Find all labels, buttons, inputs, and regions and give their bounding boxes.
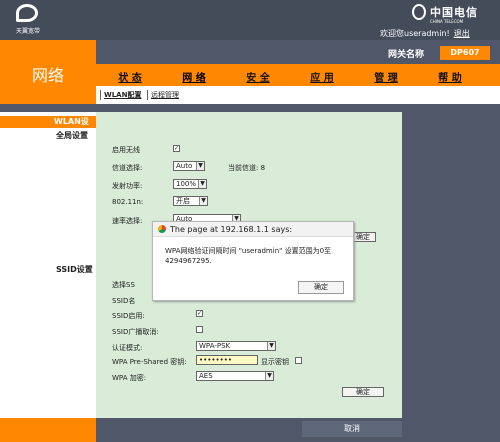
right-brand-subtext: CHINA TELECOM bbox=[430, 19, 464, 24]
right-blue-area bbox=[402, 112, 500, 418]
section-panel: 网络 bbox=[0, 40, 96, 104]
ssid-enable-label: SSID启用: bbox=[112, 312, 145, 320]
mode-label: 802.11n: bbox=[112, 198, 144, 206]
nav-network[interactable]: 网 络 bbox=[164, 69, 224, 84]
sidebar-section-ssid: SSID设置 bbox=[56, 265, 93, 274]
alert-dialog: The page at 192.168.1.1 says: WPA网络验证间隔时… bbox=[152, 221, 354, 301]
gateway-value: DP607 bbox=[440, 46, 490, 60]
dialog-title-bar: The page at 192.168.1.1 says: bbox=[153, 222, 353, 237]
sidebar-item-wlan-settings[interactable]: WLAN设置 bbox=[0, 116, 96, 138]
subnav-wlan-config[interactable]: WLAN配置 bbox=[100, 90, 141, 100]
tx-power-value: 100% bbox=[176, 180, 197, 188]
tx-power-select[interactable]: 100% ▼ bbox=[173, 179, 207, 189]
settings-sidebar: WLAN设置 全局设置 SSID设置 bbox=[0, 112, 96, 418]
channel-value: Auto bbox=[176, 162, 193, 170]
welcome-text: 欢迎您useradmin! bbox=[380, 29, 450, 38]
nav-security[interactable]: 安 全 bbox=[228, 69, 288, 84]
mode-dropdown-icon: ▼ bbox=[199, 197, 207, 205]
show-key-checkbox[interactable] bbox=[295, 357, 302, 364]
auth-mode-value: WPA-PSK bbox=[199, 342, 231, 350]
dialog-message: WPA网络验证间隔时间 "useradmin" 设置范围为0至429496729… bbox=[165, 247, 332, 265]
channel-label: 信道选择: bbox=[112, 164, 143, 172]
footer-bar: 取消 bbox=[0, 418, 500, 442]
telecom-logo-icon bbox=[412, 4, 426, 20]
left-brand-text: 天翼宽带 bbox=[15, 28, 40, 35]
china-telecom-logo: 中国电信 CHINA TELECOM bbox=[408, 4, 498, 28]
ssid-enable-checkbox[interactable]: ✓ bbox=[196, 310, 203, 317]
tianyi-logo: 天翼宽带 bbox=[8, 4, 48, 36]
enable-wireless-checkbox[interactable]: ✓ bbox=[173, 145, 180, 152]
tx-power-dropdown-icon: ▼ bbox=[198, 180, 206, 188]
channel-dropdown-icon: ▼ bbox=[196, 162, 204, 170]
gateway-label: 网关名称 bbox=[388, 50, 425, 60]
nav-application[interactable]: 应 用 bbox=[292, 69, 352, 84]
auth-mode-dropdown-icon: ▼ bbox=[267, 342, 275, 350]
logout-link[interactable]: 退出 bbox=[454, 29, 470, 38]
nav-management[interactable]: 管 理 bbox=[356, 69, 416, 84]
broadcast-label: SSID广播取消: bbox=[112, 328, 159, 336]
cancel-button[interactable]: 取消 bbox=[302, 421, 402, 437]
nav-status[interactable]: 状 态 bbox=[100, 69, 160, 84]
auth-mode-label: 认证模式: bbox=[112, 344, 143, 352]
select-ssid-label: 选择SS bbox=[112, 281, 135, 289]
gateway-row: 网关名称 DP607 bbox=[96, 40, 500, 64]
main-navigation: 状 态 网 络 安 全 应 用 管 理 帮 助 bbox=[96, 64, 500, 86]
sidebar-section-global: 全局设置 bbox=[56, 131, 88, 140]
auth-mode-select[interactable]: WPA-PSK ▼ bbox=[196, 341, 276, 351]
top-header: 天翼宽带 中国电信 CHINA TELECOM 欢迎您useradmin! 退出 bbox=[0, 0, 500, 40]
sub-navigation: WLAN配置 远程管理 bbox=[96, 86, 500, 104]
ssid-confirm-button[interactable]: 确定 bbox=[342, 387, 384, 397]
nav-help[interactable]: 帮 助 bbox=[420, 69, 480, 84]
subnav-remote-management[interactable]: 远程管理 bbox=[147, 90, 179, 100]
tx-power-label: 发射功率: bbox=[112, 182, 143, 190]
encryption-select[interactable]: AES ▼ bbox=[196, 371, 274, 381]
dialog-ok-button[interactable]: 确定 bbox=[298, 281, 344, 294]
broadband-logo-icon bbox=[16, 4, 38, 22]
psk-label: WPA Pre-Shared 密钥: bbox=[112, 358, 187, 366]
encryption-label: WPA 加密: bbox=[112, 374, 147, 382]
section-title: 网络 bbox=[31, 66, 64, 85]
dialog-title: The page at 192.168.1.1 says: bbox=[170, 225, 293, 234]
psk-input[interactable]: •••••••• bbox=[196, 355, 258, 365]
channel-select[interactable]: Auto ▼ bbox=[173, 161, 205, 171]
show-key-label: 显示密钥 bbox=[261, 358, 289, 366]
footer-orange-panel bbox=[0, 418, 96, 442]
encryption-dropdown-icon: ▼ bbox=[265, 372, 273, 380]
ssid-name-label: SSID名 bbox=[112, 297, 136, 305]
nav-divider bbox=[0, 104, 500, 112]
right-brand-text: 中国电信 bbox=[430, 6, 478, 19]
browser-icon bbox=[158, 225, 166, 233]
rate-label: 速率选择: bbox=[112, 217, 143, 225]
welcome-message: 欢迎您useradmin! 退出 bbox=[380, 28, 470, 39]
mode-select[interactable]: 开启 ▼ bbox=[173, 196, 208, 206]
encryption-value: AES bbox=[199, 372, 213, 380]
current-channel: 当前信道: 8 bbox=[228, 164, 266, 172]
mode-value: 开启 bbox=[176, 197, 190, 205]
broadcast-checkbox[interactable] bbox=[196, 326, 203, 333]
enable-wireless-label: 启用无线 bbox=[112, 146, 140, 154]
